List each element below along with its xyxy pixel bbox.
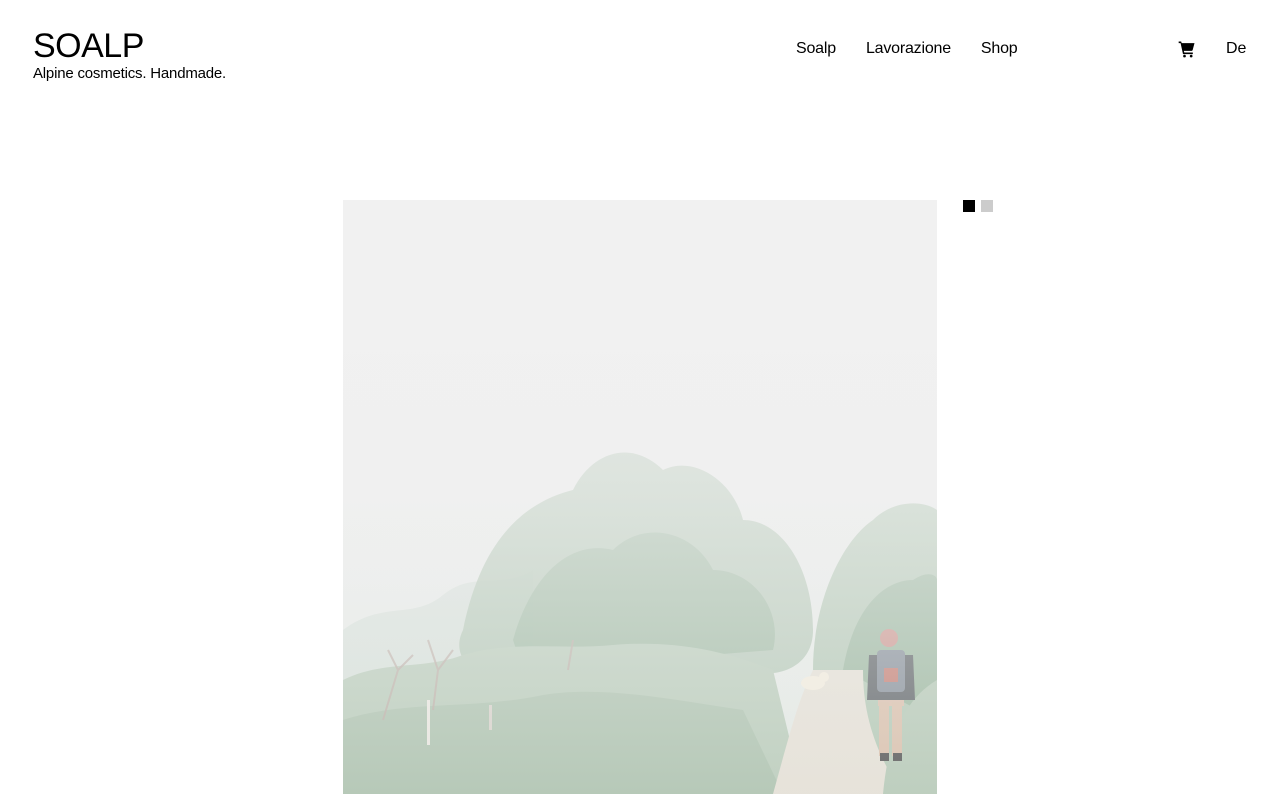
slide-dot-1[interactable] [963, 200, 975, 212]
cart-icon[interactable] [1177, 39, 1197, 59]
hero-image-slider[interactable] [343, 200, 937, 794]
site-header: SOALP Alpine cosmetics. Handmade. Soalp … [0, 0, 1280, 110]
hero-image [343, 200, 937, 794]
nav-item-lavorazione[interactable]: Lavorazione [866, 39, 951, 59]
site-logo-title[interactable]: SOALP [33, 28, 226, 64]
nav-item-soalp[interactable]: Soalp [796, 39, 836, 59]
slide-dot-2[interactable] [981, 200, 993, 212]
main-nav: Soalp Lavorazione Shop [796, 39, 1018, 59]
nav-item-shop[interactable]: Shop [981, 39, 1018, 59]
site-tagline: Alpine cosmetics. Handmade. [33, 65, 227, 82]
brand: SOALP Alpine cosmetics. Handmade. [33, 28, 226, 83]
language-switch[interactable]: De [1226, 39, 1246, 59]
slider-pagination [963, 200, 993, 212]
